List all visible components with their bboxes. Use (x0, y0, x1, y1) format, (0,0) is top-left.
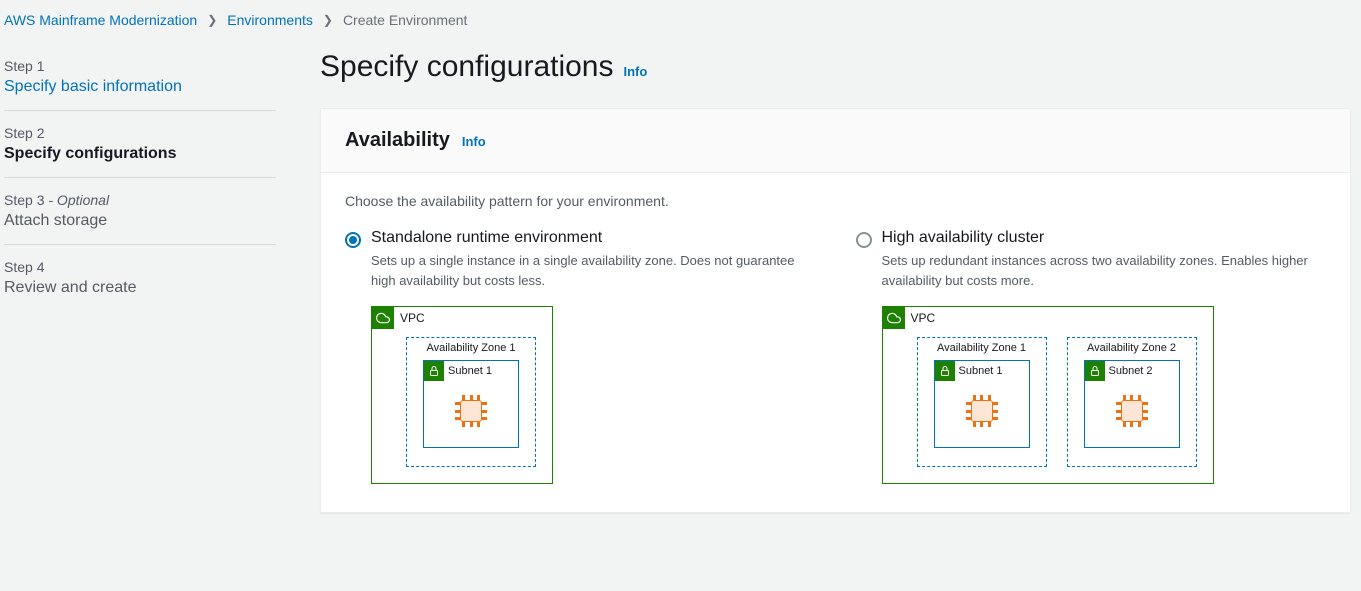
diagram-standalone: VPC Availability Zone 1 (371, 306, 816, 484)
subnet-label: Subnet 1 (444, 363, 496, 379)
cpu-chip-icon (1116, 395, 1148, 427)
lock-icon (1085, 361, 1105, 381)
option-description: Sets up a single instance in a single av… (371, 251, 816, 290)
vpc-label: VPC (905, 309, 942, 327)
breadcrumb-link-environments[interactable]: Environments (227, 12, 313, 28)
availability-zone-box: Availability Zone 1 (406, 337, 536, 467)
step-title: Specify basic information (4, 78, 276, 96)
info-link[interactable]: Info (624, 64, 648, 79)
diagram-ha: VPC Availability Zone 1 (882, 306, 1327, 484)
page-heading: Specify configurations (320, 50, 614, 84)
panel-header: Availability Info (321, 109, 1350, 173)
availability-panel: Availability Info Choose the availabilit… (320, 108, 1351, 513)
radio-icon (856, 232, 872, 248)
vpc-label: VPC (394, 309, 431, 327)
subnet-box: Subnet 1 (934, 360, 1030, 448)
step-label: Step 2 (4, 125, 276, 141)
breadcrumb: AWS Mainframe Modernization ❯ Environmen… (0, 10, 1361, 44)
cloud-icon (372, 307, 394, 329)
chevron-right-icon: ❯ (323, 13, 333, 27)
panel-title: Availability (345, 129, 450, 152)
az-label: Availability Zone 2 (1068, 338, 1196, 360)
step-label: Step 1 (4, 58, 276, 74)
cloud-icon (883, 307, 905, 329)
wizard-step-3[interactable]: Step 3 - Optional Attach storage (4, 178, 276, 245)
radio-standalone[interactable]: Standalone runtime environment Sets up a… (345, 229, 816, 290)
option-description: Sets up redundant instances across two a… (882, 251, 1327, 290)
wizard-step-2[interactable]: Step 2 Specify configurations (4, 111, 276, 178)
subnet-label: Subnet 2 (1105, 363, 1157, 379)
panel-description: Choose the availability pattern for your… (345, 193, 1326, 209)
breadcrumb-current: Create Environment (343, 12, 468, 28)
wizard-step-1[interactable]: Step 1 Specify basic information (4, 44, 276, 111)
info-link[interactable]: Info (462, 134, 486, 149)
step-label: Step 3 - Optional (4, 192, 276, 208)
vpc-box: VPC Availability Zone 1 (882, 306, 1214, 484)
availability-zone-box: Availability Zone 1 (917, 337, 1047, 467)
cpu-chip-icon (966, 395, 998, 427)
option-title: High availability cluster (882, 229, 1327, 247)
breadcrumb-link-service[interactable]: AWS Mainframe Modernization (4, 12, 197, 28)
availability-zone-box: Availability Zone 2 (1067, 337, 1197, 467)
subnet-box: Subnet 1 (423, 360, 519, 448)
chevron-right-icon: ❯ (207, 13, 217, 27)
az-label: Availability Zone 1 (918, 338, 1046, 360)
option-standalone: Standalone runtime environment Sets up a… (345, 229, 816, 484)
radio-high-availability[interactable]: High availability cluster Sets up redund… (856, 229, 1327, 290)
lock-icon (935, 361, 955, 381)
az-label: Availability Zone 1 (407, 338, 535, 360)
page-title: Specify configurations Info (320, 50, 1351, 84)
subnet-box: Subnet 2 (1084, 360, 1180, 448)
step-title: Attach storage (4, 212, 276, 230)
subnet-label: Subnet 1 (955, 363, 1007, 379)
lock-icon (424, 361, 444, 381)
main-content: Specify configurations Info Availability… (320, 44, 1361, 513)
step-label: Step 4 (4, 259, 276, 275)
step-title: Specify configurations (4, 145, 276, 163)
step-title: Review and create (4, 279, 276, 297)
radio-icon (345, 232, 361, 248)
vpc-box: VPC Availability Zone 1 (371, 306, 553, 484)
option-high-availability: High availability cluster Sets up redund… (856, 229, 1327, 484)
wizard-sidebar: Step 1 Specify basic information Step 2 … (0, 44, 280, 513)
wizard-step-4[interactable]: Step 4 Review and create (4, 245, 276, 311)
cpu-chip-icon (455, 395, 487, 427)
option-title: Standalone runtime environment (371, 229, 816, 247)
